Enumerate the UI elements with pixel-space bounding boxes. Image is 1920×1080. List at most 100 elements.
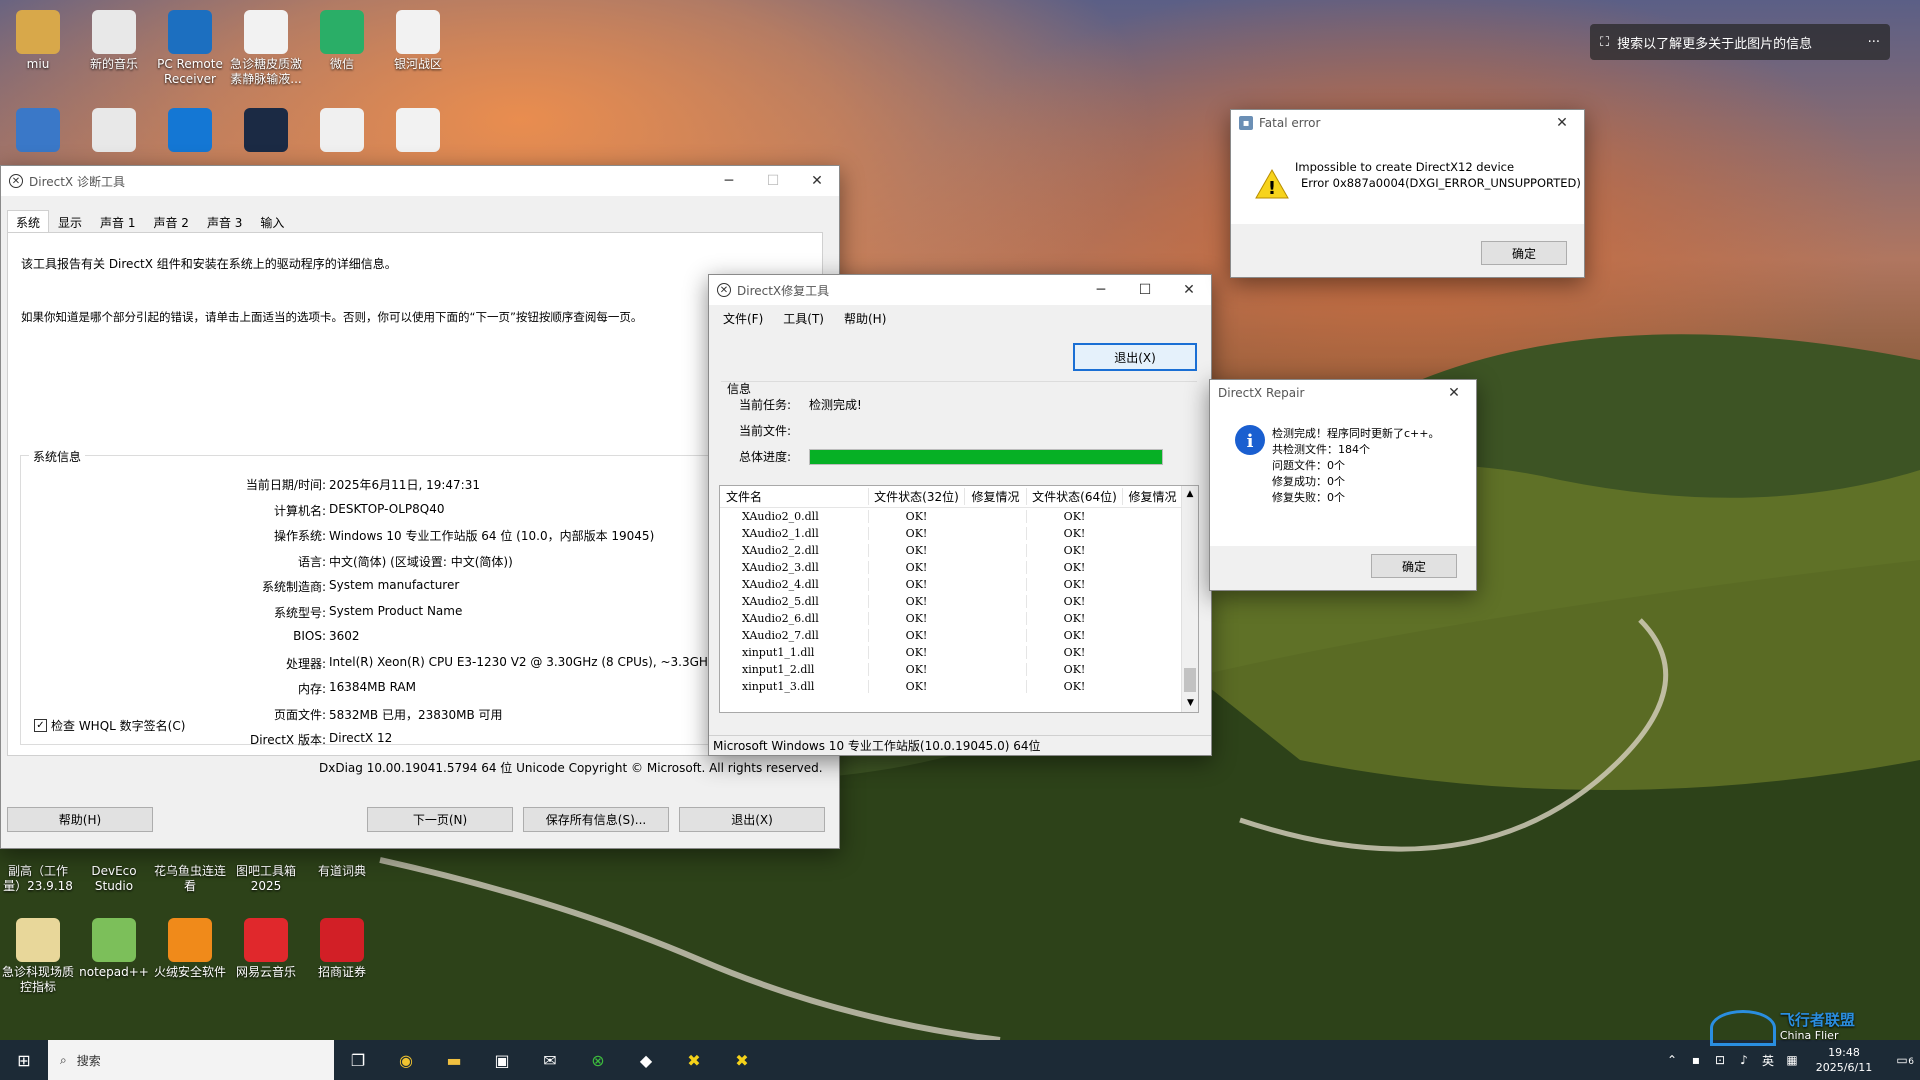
fatal-ok-button[interactable]: 确定 — [1481, 241, 1567, 265]
dxdiag-exit-button[interactable]: 退出(X) — [679, 807, 825, 832]
column-header[interactable]: 文件状态(64位) — [1026, 488, 1122, 505]
input-language[interactable]: 英 — [1756, 1052, 1780, 1069]
task-view-icon[interactable]: ❐ — [334, 1040, 382, 1080]
game-app-icon[interactable]: ◆ — [622, 1040, 670, 1080]
desktop-icon[interactable] — [1, 108, 75, 155]
clock[interactable]: 19:48 2025/6/11 — [1804, 1045, 1884, 1075]
desktop-icon[interactable]: 图吧工具箱2025 — [229, 864, 303, 894]
desktop-icon[interactable]: notepad++ — [77, 918, 151, 980]
help-button[interactable]: 帮助(H) — [7, 807, 153, 832]
xbox-icon[interactable]: ⊗ — [574, 1040, 622, 1080]
desktop-icon[interactable] — [229, 108, 303, 155]
repair-titlebar[interactable]: ✕ DirectX修复工具 ─ ☐ ✕ — [709, 275, 1211, 305]
dxdiag-system-panel: 该工具报告有关 DirectX 组件和安装在系统上的驱动程序的详细信息。 如果你… — [7, 232, 823, 756]
notification-count: 6 — [1908, 1057, 1914, 1067]
tray-app-icon[interactable]: ▪ — [1684, 1040, 1708, 1080]
desktop-icon[interactable]: miu — [1, 10, 75, 72]
column-header[interactable]: 修复情况 — [1122, 488, 1182, 505]
scroll-thumb[interactable] — [1184, 668, 1196, 692]
repair-msg-ok-button[interactable]: 确定 — [1371, 554, 1457, 578]
system-info-value: 16384MB RAM — [329, 680, 416, 694]
desktop-icon[interactable]: PC Remote Receiver — [153, 10, 227, 87]
column-header[interactable]: 文件状态(32位) — [868, 488, 964, 505]
table-row[interactable]: XAudio2_3.dll OK! OK! — [720, 559, 1198, 576]
desktop-icon[interactable]: 有道词典 — [305, 864, 379, 879]
table-row[interactable]: XAudio2_6.dll OK! OK! — [720, 610, 1198, 627]
next-page-button[interactable]: 下一页(N) — [367, 807, 513, 832]
maximize-icon[interactable]: ☐ — [751, 166, 795, 196]
network-icon[interactable]: ⊡ — [1708, 1040, 1732, 1080]
scroll-down-icon[interactable]: ▼ — [1182, 695, 1198, 712]
table-row[interactable]: xinput1_3.dll OK! OK! — [720, 678, 1198, 695]
system-info-row: 系统制造商: System manufacturer — [21, 578, 781, 595]
menu-item[interactable]: 工具(T) — [783, 310, 824, 327]
file-explorer-icon[interactable]: ▬ — [430, 1040, 478, 1080]
system-info-label: 当前日期/时间: — [245, 478, 326, 492]
info-group: 当前任务: 检测完成! 当前文件: 总体进度: — [721, 381, 1197, 481]
desktop-icon-label: DevEco Studio — [91, 864, 137, 893]
desktop-icon[interactable]: 新的音乐 — [77, 10, 151, 72]
checkbox-checked-icon[interactable]: ✓ — [34, 719, 47, 732]
table-row[interactable]: xinput1_2.dll OK! OK! — [720, 661, 1198, 678]
column-header[interactable]: 修复情况 — [964, 488, 1026, 505]
table-scrollbar[interactable]: ▲ ▼ — [1181, 486, 1198, 712]
table-row[interactable]: xinput1_1.dll OK! OK! — [720, 644, 1198, 661]
repair-msg-titlebar[interactable]: DirectX Repair ✕ — [1210, 380, 1476, 406]
table-row[interactable]: XAudio2_5.dll OK! OK! — [720, 593, 1198, 610]
table-row[interactable]: XAudio2_1.dll OK! OK! — [720, 525, 1198, 542]
maximize-icon[interactable]: ☐ — [1123, 275, 1167, 305]
dxdiag-taskbar-icon[interactable]: ✖ — [718, 1040, 766, 1080]
desktop-icon[interactable]: 花乌鱼虫连连看 — [153, 864, 227, 894]
desktop-icon[interactable]: 急诊糖皮质激素静脉输液... — [229, 10, 303, 87]
desktop-icon[interactable] — [305, 108, 379, 155]
desktop-icon[interactable]: 银河战区 — [381, 10, 455, 72]
desktop-icon[interactable]: DevEco Studio — [77, 864, 151, 894]
minimize-icon[interactable]: ─ — [707, 166, 751, 196]
file-name-cell: XAudio2_1.dll — [742, 527, 819, 540]
taskbar-search-box[interactable]: ⌕ 搜索 — [48, 1040, 334, 1080]
store-icon[interactable]: ▣ — [478, 1040, 526, 1080]
ime-icon[interactable]: ▦ — [1780, 1040, 1804, 1080]
desktop-icon[interactable] — [77, 108, 151, 155]
table-row[interactable]: XAudio2_2.dll OK! OK! — [720, 542, 1198, 559]
search-image-banner[interactable]: ⛶ 搜索以了解更多关于此图片的信息 ··· — [1590, 24, 1890, 60]
file-table-header: 文件名 文件状态(32位) 修复情况 文件状态(64位) 修复情况 — [720, 486, 1198, 508]
table-row[interactable]: XAudio2_0.dll OK! OK! — [720, 508, 1198, 525]
desktop-icon[interactable]: 副高（工作量）23.9.18 — [1, 864, 75, 894]
dxrepair-taskbar-icon[interactable]: ✖ — [670, 1040, 718, 1080]
status32-cell: OK! — [868, 561, 964, 574]
close-icon[interactable]: ✕ — [1540, 110, 1584, 136]
chrome-icon[interactable]: ◉ — [382, 1040, 430, 1080]
save-all-button[interactable]: 保存所有信息(S)... — [523, 807, 669, 832]
close-icon[interactable]: ✕ — [795, 166, 839, 196]
whql-checkbox[interactable]: ✓ 检查 WHQL 数字签名(C) — [34, 717, 185, 734]
desktop-icon[interactable]: 招商证券 — [305, 918, 379, 980]
mail-icon[interactable]: ✉ — [526, 1040, 574, 1080]
table-row[interactable]: XAudio2_4.dll OK! OK! — [720, 576, 1198, 593]
close-icon[interactable]: ✕ — [1167, 275, 1211, 305]
notification-icon[interactable]: ▭ 6 — [1884, 1053, 1920, 1067]
table-row[interactable]: XAudio2_7.dll OK! OK! — [720, 627, 1198, 644]
minimize-icon[interactable]: ─ — [1079, 275, 1123, 305]
desktop-icon[interactable]: 网易云音乐 — [229, 918, 303, 980]
menu-item[interactable]: 帮助(H) — [844, 310, 886, 327]
menu-item[interactable]: 文件(F) — [723, 310, 763, 327]
desktop-icon-label: 招商证券 — [317, 965, 366, 979]
tray-chevron-up-icon[interactable]: ⌃ — [1660, 1040, 1684, 1080]
volume-icon[interactable]: ♪ — [1732, 1040, 1756, 1080]
desktop-icon[interactable]: 急诊科现场质控指标 — [1, 918, 75, 995]
more-icon[interactable]: ··· — [1868, 35, 1880, 50]
close-icon[interactable]: ✕ — [1432, 380, 1476, 406]
repair-exit-button[interactable]: 退出(X) — [1073, 343, 1197, 371]
start-windows-icon[interactable]: ⊞ — [0, 1040, 48, 1080]
fatal-titlebar[interactable]: ▪ Fatal error ✕ — [1231, 110, 1584, 136]
desktop-icon[interactable] — [153, 108, 227, 155]
desktop-icon[interactable]: 火绒安全软件 — [153, 918, 227, 980]
status64-cell: OK! — [1026, 680, 1122, 693]
repair-message-dialog: DirectX Repair ✕ i 检测完成！程序同时更新了c++。 共检测文件… — [1209, 379, 1477, 591]
column-header[interactable]: 文件名 — [720, 488, 868, 505]
desktop-icon[interactable]: 微信 — [305, 10, 379, 72]
dxdiag-titlebar[interactable]: ✕ DirectX 诊断工具 ─ ☐ ✕ — [1, 166, 839, 196]
desktop-icon[interactable] — [381, 108, 455, 155]
scroll-up-icon[interactable]: ▲ — [1182, 486, 1198, 503]
